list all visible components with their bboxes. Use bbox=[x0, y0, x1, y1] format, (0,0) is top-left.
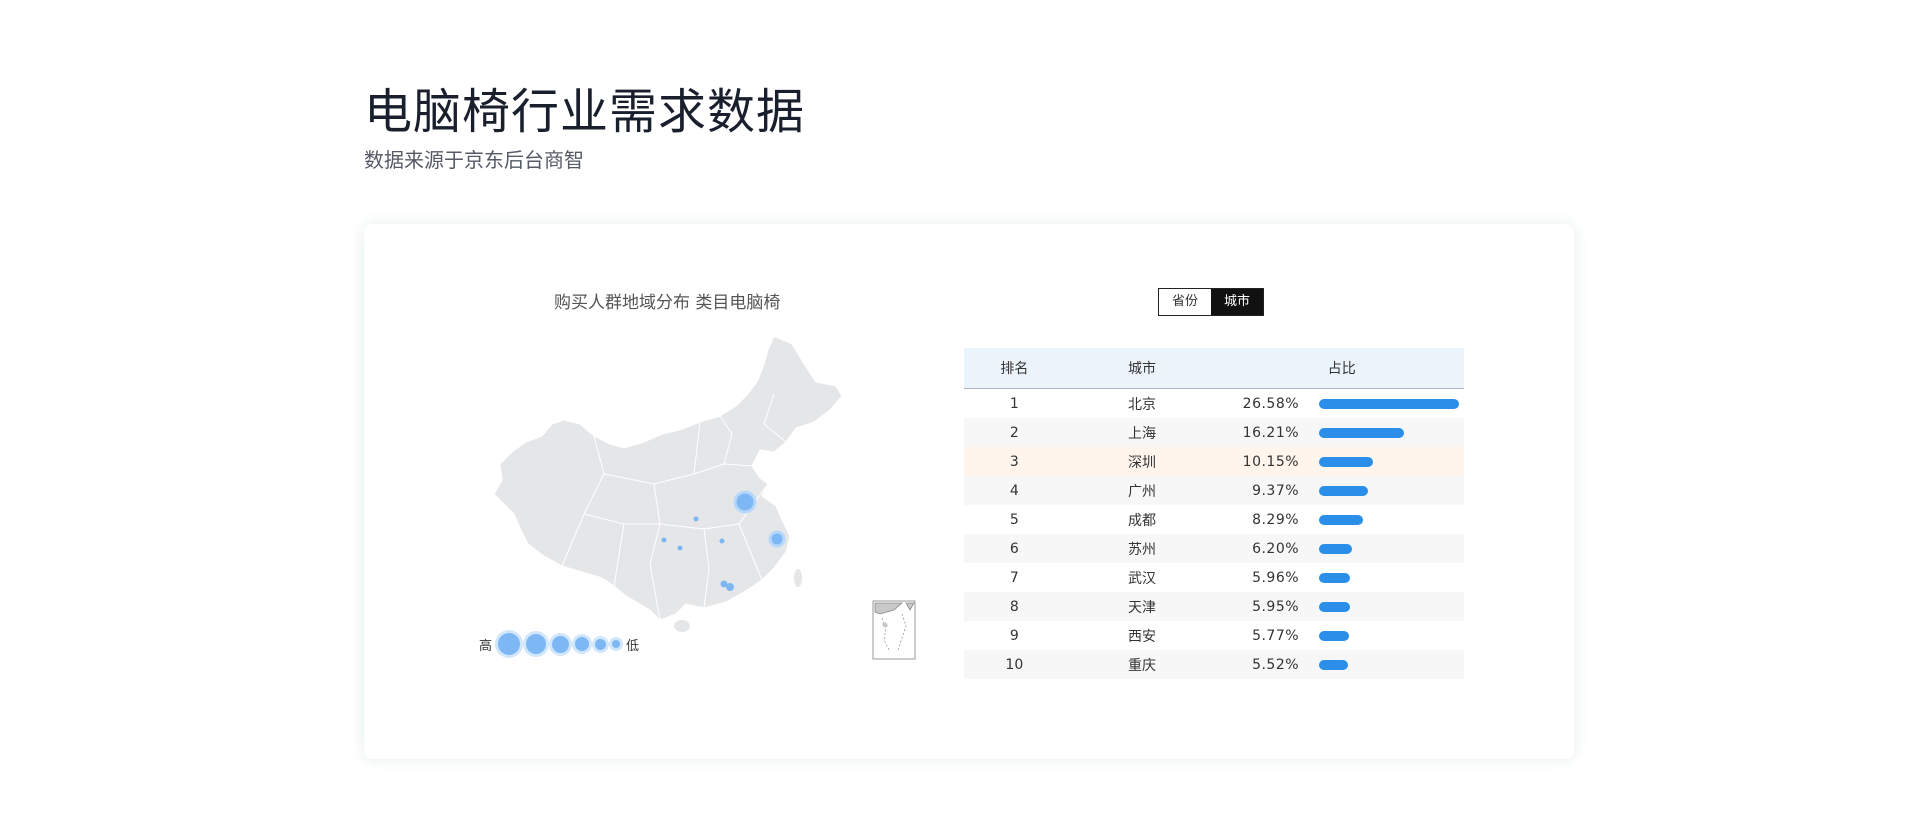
row-rank: 10 bbox=[964, 650, 1065, 679]
share-bar bbox=[1319, 398, 1460, 409]
row-city: 成都 bbox=[1128, 512, 1157, 529]
row-bar-cell bbox=[1319, 476, 1464, 505]
row-rank: 4 bbox=[964, 476, 1065, 505]
row-bar-cell bbox=[1319, 621, 1464, 650]
header-share: 占比 bbox=[1219, 348, 1464, 389]
legend-bubble-lg bbox=[526, 634, 547, 654]
table-header-row: 排名 城市 占比 bbox=[964, 348, 1464, 389]
table-row: 10 重庆 5.52% bbox=[964, 650, 1464, 679]
row-city: 天津 bbox=[1064, 592, 1220, 621]
row-percentage: 16.21% bbox=[1219, 418, 1320, 447]
row-city: 广州 bbox=[1064, 476, 1220, 505]
row-percentage: 8.29% bbox=[1252, 511, 1300, 528]
taiwan-island bbox=[794, 569, 802, 587]
row-city: 苏州 bbox=[1064, 534, 1220, 563]
map-legend: 高 低 bbox=[479, 629, 639, 659]
legend-high-label: 高 bbox=[479, 638, 493, 654]
table-row: 6 苏州 6.20% bbox=[964, 534, 1464, 563]
row-bar-cell bbox=[1319, 563, 1464, 592]
bubble-beijing[interactable] bbox=[733, 490, 757, 514]
share-bar bbox=[1319, 572, 1351, 583]
toggle-province-button[interactable]: 省份 bbox=[1159, 289, 1211, 315]
share-bar bbox=[1319, 630, 1350, 641]
row-rank: 5 bbox=[1009, 511, 1019, 528]
bubble-chongqing[interactable] bbox=[677, 545, 683, 551]
table-row: 9 西安 5.77% bbox=[964, 621, 1464, 650]
table-row: 7 武汉 5.96% bbox=[964, 563, 1464, 592]
row-bar-cell bbox=[1319, 534, 1464, 563]
table-row: 2 上海 16.21% bbox=[964, 418, 1464, 447]
city-rank-table: 排名 城市 占比 1 北京 26.58% 2 上海 16.21% 3 深圳 10… bbox=[964, 348, 1464, 679]
legend-bubble-xs bbox=[595, 638, 607, 650]
table-row: 5 成都 8.29% bbox=[964, 505, 1464, 534]
row-percentage: 10.15% bbox=[1219, 447, 1320, 476]
row-city: 重庆 bbox=[1064, 650, 1220, 679]
row-rank: 8 bbox=[964, 592, 1065, 621]
row-bar-cell bbox=[1319, 447, 1464, 476]
row-percentage: 9.37% bbox=[1219, 476, 1320, 505]
china-landmass bbox=[493, 335, 843, 621]
row-city: 西安 bbox=[1128, 628, 1157, 645]
row-city: 北京 bbox=[1128, 396, 1157, 413]
page-subtitle: 数据来源于京东后台商智 bbox=[364, 148, 584, 172]
page: 电脑椅行业需求数据 数据来源于京东后台商智 购买人群地域分布 类目电脑椅 高 低… bbox=[0, 0, 1920, 824]
row-bar-cell bbox=[1319, 650, 1464, 679]
bubble-xian[interactable] bbox=[693, 516, 699, 522]
table-row: 1 北京 26.58% bbox=[964, 389, 1464, 419]
table-body: 1 北京 26.58% 2 上海 16.21% 3 深圳 10.15% 4 广州… bbox=[964, 389, 1464, 679]
share-bar bbox=[1319, 601, 1351, 612]
row-bar-cell bbox=[1319, 505, 1464, 534]
share-bar bbox=[1319, 514, 1363, 525]
row-percentage: 5.77% bbox=[1252, 627, 1300, 644]
row-city: 上海 bbox=[1064, 418, 1220, 447]
south-china-sea-inset bbox=[872, 600, 916, 660]
row-city: 武汉 bbox=[1128, 570, 1157, 587]
share-bar bbox=[1319, 485, 1369, 496]
row-bar-cell bbox=[1319, 592, 1464, 621]
legend-bubble-xl bbox=[498, 633, 521, 655]
row-rank: 2 bbox=[964, 418, 1065, 447]
table-row: 3 深圳 10.15% bbox=[964, 447, 1464, 476]
row-bar-cell bbox=[1319, 389, 1464, 419]
table-row: 8 天津 5.95% bbox=[964, 592, 1464, 621]
header-rank: 排名 bbox=[964, 348, 1065, 389]
share-bar bbox=[1319, 543, 1352, 554]
row-rank: 3 bbox=[964, 447, 1065, 476]
row-rank: 7 bbox=[1009, 569, 1019, 586]
row-city: 深圳 bbox=[1064, 447, 1220, 476]
row-percentage: 5.52% bbox=[1219, 650, 1320, 679]
row-percentage: 5.95% bbox=[1219, 592, 1320, 621]
bubble-wuhan[interactable] bbox=[719, 538, 725, 544]
share-bar bbox=[1319, 659, 1349, 670]
legend-low-label: 低 bbox=[626, 638, 640, 654]
header-city: 城市 bbox=[1064, 348, 1220, 389]
region-toggle: 省份 城市 bbox=[1158, 288, 1264, 316]
toggle-city-button[interactable]: 城市 bbox=[1211, 289, 1263, 315]
row-rank: 6 bbox=[964, 534, 1065, 563]
row-percentage: 26.58% bbox=[1242, 395, 1300, 412]
data-card: 购买人群地域分布 类目电脑椅 高 低 省份 城市 排名 城市 占比 1 北京 2… bbox=[364, 224, 1574, 759]
row-bar-cell bbox=[1319, 418, 1464, 447]
page-title: 电脑椅行业需求数据 bbox=[364, 84, 806, 140]
row-percentage: 6.20% bbox=[1219, 534, 1320, 563]
legend-bubble-sm bbox=[575, 637, 590, 651]
hainan-island bbox=[674, 620, 690, 632]
legend-bubble-xxs bbox=[612, 640, 621, 648]
china-map[interactable] bbox=[464, 324, 884, 644]
table-row: 4 广州 9.37% bbox=[964, 476, 1464, 505]
bubble-guangzhou[interactable] bbox=[720, 580, 728, 588]
legend-bubble-md bbox=[552, 635, 570, 653]
bubble-chengdu[interactable] bbox=[661, 537, 667, 543]
share-bar bbox=[1319, 427, 1405, 438]
map-title: 购买人群地域分布 类目电脑椅 bbox=[554, 293, 781, 313]
row-rank: 9 bbox=[1009, 627, 1019, 644]
row-rank: 1 bbox=[1009, 395, 1019, 412]
bubble-shanghai[interactable] bbox=[768, 530, 786, 548]
share-bar bbox=[1319, 456, 1373, 467]
row-percentage: 5.96% bbox=[1252, 569, 1300, 586]
